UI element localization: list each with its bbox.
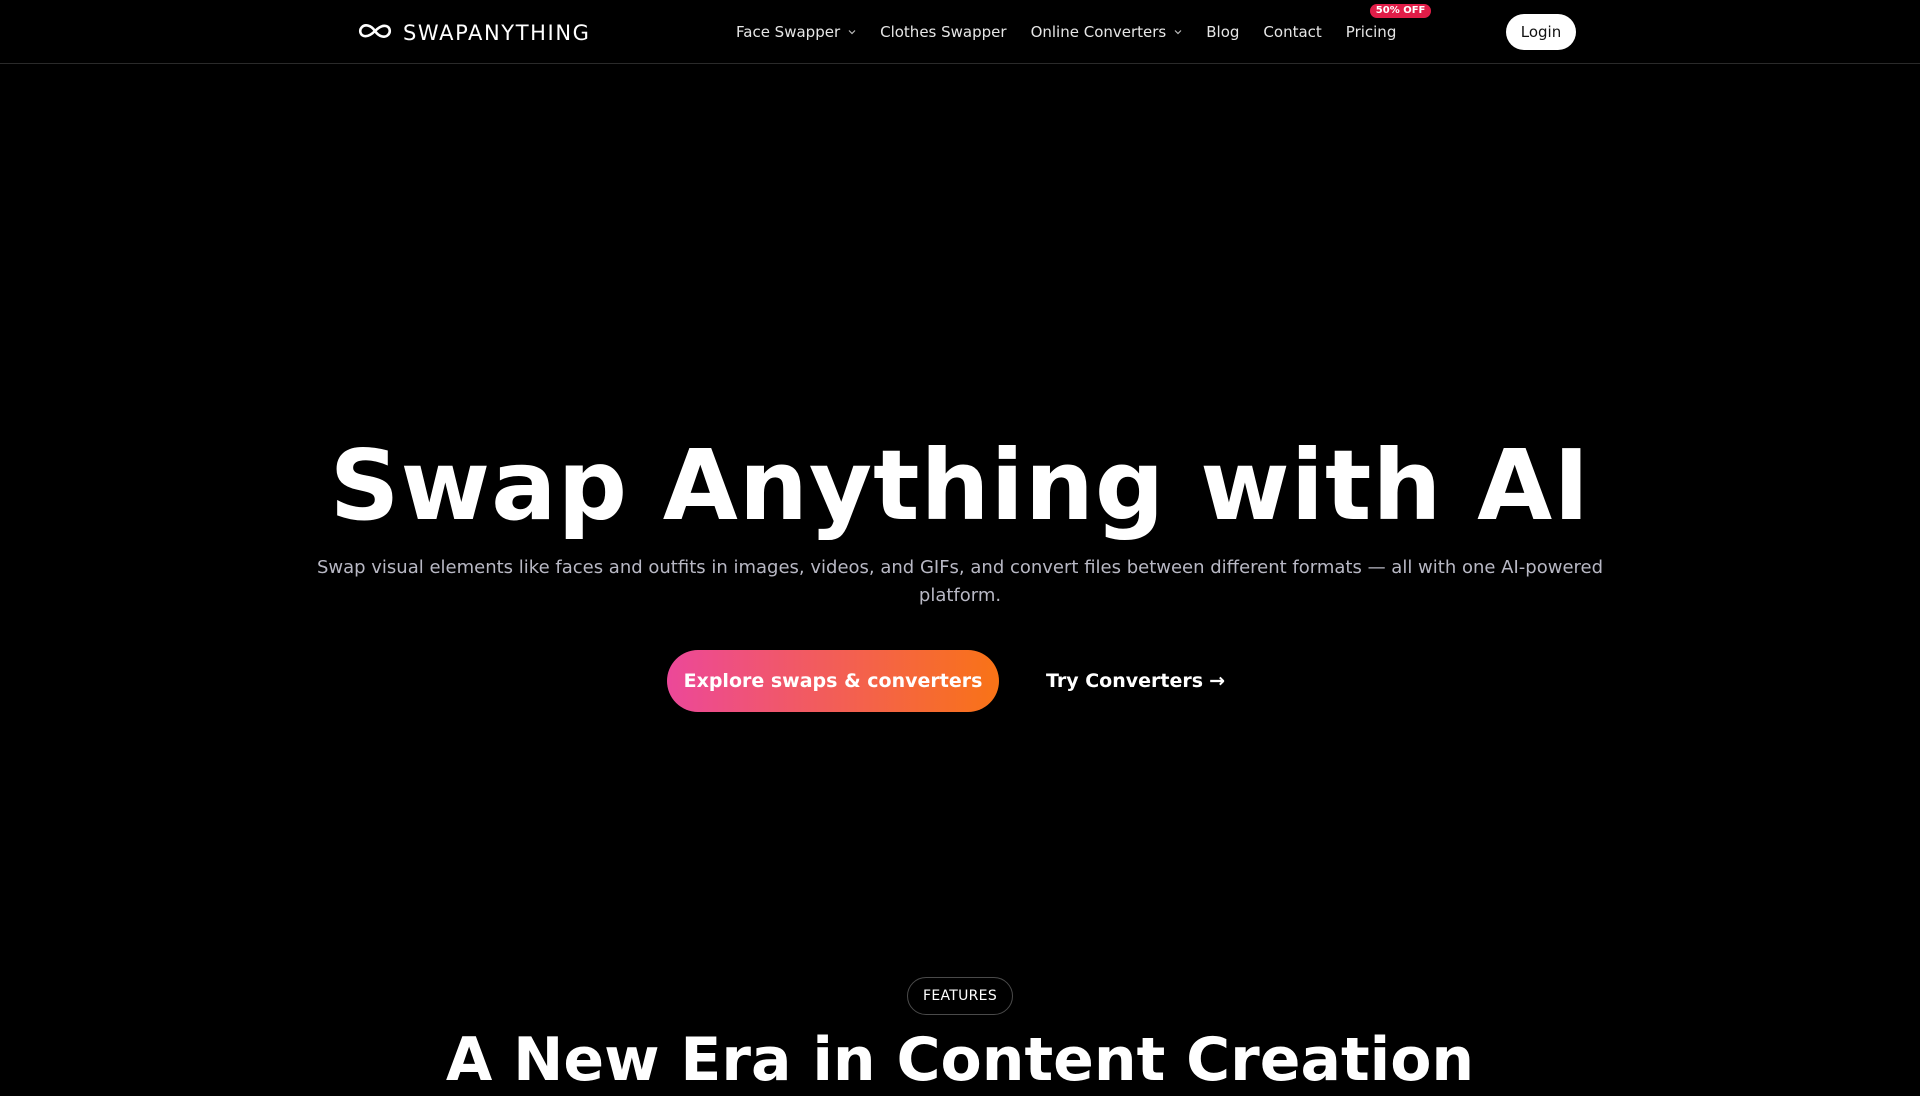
- nav-contact[interactable]: Contact: [1263, 23, 1321, 41]
- features-title: A New Era in Content Creation: [445, 1025, 1475, 1095]
- site-header: SWAPANYTHING Face Swapper Clothes Swappe…: [0, 0, 1920, 64]
- features-tag: FEATURES: [907, 977, 1013, 1015]
- explore-button[interactable]: Explore swaps & converters: [667, 650, 999, 712]
- logo-text: SWAPANYTHING: [403, 21, 591, 45]
- nav-label: Blog: [1206, 23, 1240, 41]
- nav-pricing[interactable]: Pricing 50% OFF: [1345, 4, 1432, 41]
- login-button[interactable]: Login: [1506, 14, 1576, 50]
- nav-face-swapper[interactable]: Face Swapper: [736, 23, 856, 41]
- arrow-right-icon: →: [1209, 670, 1225, 692]
- main-nav: Face Swapper Clothes Swapper Online Conv…: [736, 0, 1432, 64]
- nav-label: Contact: [1263, 23, 1322, 41]
- nav-label: Face Swapper: [736, 23, 841, 41]
- try-converters-link[interactable]: Try Converters →: [1046, 664, 1225, 698]
- try-converters-label: Try Converters: [1046, 670, 1204, 692]
- hero-subtitle: Swap visual elements like faces and outf…: [316, 557, 1604, 606]
- chevron-down-icon: [848, 28, 856, 36]
- nav-label: Pricing: [1345, 23, 1397, 41]
- nav-label: Online Converters: [1030, 23, 1167, 41]
- discount-badge: 50% OFF: [1369, 4, 1432, 18]
- nav-blog[interactable]: Blog: [1206, 23, 1239, 41]
- nav-online-converters[interactable]: Online Converters: [1031, 23, 1183, 41]
- infinity-icon: [357, 22, 393, 44]
- nav-label: Clothes Swapper: [880, 23, 1007, 41]
- nav-clothes-swapper[interactable]: Clothes Swapper: [880, 23, 1006, 41]
- logo-link[interactable]: SWAPANYTHING: [357, 20, 591, 46]
- hero-title: Swap Anything with AI: [329, 429, 1591, 542]
- chevron-down-icon: [1174, 28, 1182, 36]
